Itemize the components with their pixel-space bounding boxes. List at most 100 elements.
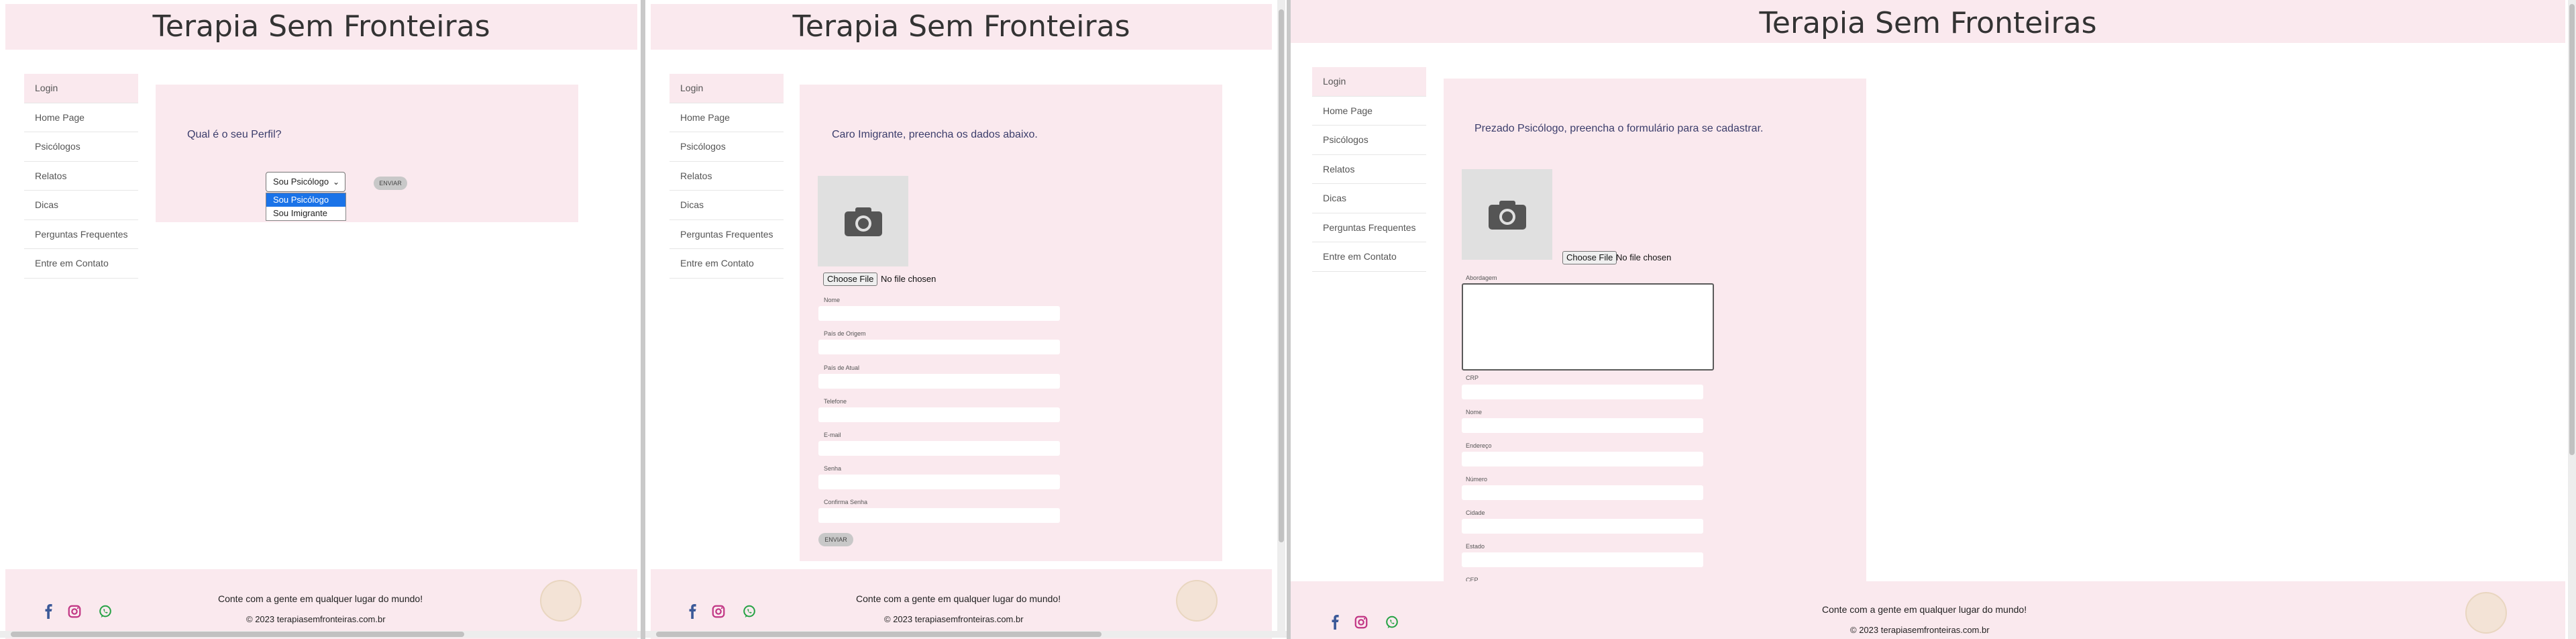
- choose-file-button[interactable]: Choose File: [1562, 251, 1617, 264]
- sidebar-nav: Login Home Page Psicólogos Relatos Dicas…: [669, 74, 784, 279]
- site-logo: [2465, 592, 2507, 634]
- facebook-icon[interactable]: [42, 604, 56, 619]
- nav-login[interactable]: Login: [669, 74, 784, 103]
- input-senha[interactable]: [818, 475, 1060, 489]
- profile-select-value: Sou Psicólogo: [273, 177, 329, 187]
- site-logo: [540, 580, 582, 622]
- whatsapp-icon[interactable]: [1385, 615, 1399, 630]
- label-nome: Nome: [824, 297, 841, 303]
- nav-dicas[interactable]: Dicas: [24, 191, 138, 220]
- immigrant-form-card: [800, 85, 1222, 561]
- footer-tagline: Conte com a gente em qualquer lugar do m…: [218, 593, 423, 604]
- input-numero[interactable]: [1462, 485, 1703, 500]
- input-endereco[interactable]: [1462, 452, 1703, 466]
- facebook-icon[interactable]: [686, 604, 700, 619]
- file-status: No file chosen: [881, 274, 936, 284]
- input-pais-atual[interactable]: [818, 374, 1060, 389]
- immigrant-intro: Caro Imigrante, preencha os dados abaixo…: [832, 129, 1038, 140]
- vertical-scrollbar[interactable]: [2568, 0, 2576, 639]
- nav-home[interactable]: Home Page: [669, 103, 784, 132]
- site-footer: Conte com a gente em qualquer lugar do m…: [1291, 581, 2565, 639]
- profile-dropdown: Sou Psicólogo Sou Imigrante: [266, 193, 346, 221]
- nav-contato[interactable]: Entre em Contato: [669, 249, 784, 279]
- facebook-icon[interactable]: [1328, 615, 1343, 630]
- label-senha: Senha: [824, 465, 842, 472]
- psychologist-intro: Prezado Psicólogo, preencha o formulário…: [1474, 123, 1764, 134]
- footer-copyright: © 2023 terapiasemfronteiras.com.br: [1850, 625, 1990, 635]
- nav-faq[interactable]: Perguntas Frequentes: [669, 220, 784, 249]
- nav-home[interactable]: Home Page: [1312, 97, 1426, 126]
- immigrant-window: Terapia Sem Fronteiras Login Home Page P…: [645, 0, 1287, 639]
- file-status: No file chosen: [1616, 252, 1672, 262]
- site-footer: Conte com a gente em qualquer lugar do m…: [5, 569, 637, 639]
- label-telefone: Telefone: [824, 398, 847, 405]
- site-header: Terapia Sem Fronteiras: [1291, 0, 2565, 43]
- footer-tagline: Conte com a gente em qualquer lugar do m…: [1822, 604, 2027, 615]
- site-title: Terapia Sem Fronteiras: [152, 9, 490, 44]
- label-crp: CRP: [1466, 375, 1479, 381]
- label-pais-atual: País de Atual: [824, 364, 860, 371]
- option-imigrante[interactable]: Sou Imigrante: [266, 207, 345, 220]
- sidebar-nav: Login Home Page Psicólogos Relatos Dicas…: [24, 74, 138, 279]
- input-estado[interactable]: [1462, 552, 1703, 567]
- instagram-icon[interactable]: [711, 604, 726, 619]
- photo-placeholder[interactable]: [818, 176, 908, 266]
- textarea-abordagem[interactable]: [1462, 283, 1714, 371]
- input-telefone[interactable]: [818, 407, 1060, 422]
- site-title: Terapia Sem Fronteiras: [1759, 6, 2097, 40]
- login-card: [156, 85, 578, 222]
- nav-relatos[interactable]: Relatos: [669, 162, 784, 191]
- input-crp[interactable]: [1462, 385, 1703, 399]
- window-divider: [641, 0, 645, 639]
- nav-dicas[interactable]: Dicas: [1312, 184, 1426, 213]
- profile-select[interactable]: Sou Psicólogo ⌄: [266, 172, 345, 192]
- nav-faq[interactable]: Perguntas Frequentes: [24, 220, 138, 249]
- nav-dicas[interactable]: Dicas: [669, 191, 784, 220]
- scrollbar-thumb[interactable]: [656, 632, 1102, 637]
- label-cidade: Cidade: [1466, 509, 1485, 516]
- site-header: Terapia Sem Fronteiras: [5, 4, 637, 50]
- site-header: Terapia Sem Fronteiras: [651, 4, 1272, 50]
- footer-tagline: Conte com a gente em qualquer lugar do m…: [856, 593, 1061, 604]
- label-estado: Estado: [1466, 543, 1485, 550]
- choose-file-button[interactable]: Choose File: [823, 273, 878, 286]
- psychologist-window: Terapia Sem Fronteiras Login Home Page P…: [1291, 0, 2576, 639]
- nav-psicologos[interactable]: Psicólogos: [1312, 126, 1426, 155]
- input-confirma-senha[interactable]: [818, 508, 1060, 523]
- nav-login[interactable]: Login: [24, 74, 138, 103]
- input-pais-origem[interactable]: [818, 340, 1060, 354]
- input-cidade[interactable]: [1462, 519, 1703, 534]
- nav-faq[interactable]: Perguntas Frequentes: [1312, 213, 1426, 242]
- site-footer: Conte com a gente em qualquer lugar do m…: [651, 569, 1272, 639]
- whatsapp-icon[interactable]: [98, 604, 113, 619]
- input-email[interactable]: [818, 441, 1060, 456]
- nav-contato[interactable]: Entre em Contato: [1312, 242, 1426, 272]
- nav-contato[interactable]: Entre em Contato: [24, 249, 138, 279]
- instagram-icon[interactable]: [67, 604, 82, 619]
- whatsapp-icon[interactable]: [742, 604, 757, 619]
- nav-relatos[interactable]: Relatos: [24, 162, 138, 191]
- nav-login[interactable]: Login: [1312, 67, 1426, 97]
- photo-placeholder[interactable]: [1462, 169, 1552, 260]
- send-button[interactable]: ENVIAR: [374, 177, 407, 190]
- label-nome: Nome: [1466, 409, 1483, 415]
- send-button[interactable]: ENVIAR: [818, 533, 853, 546]
- label-confirma-senha: Confirma Senha: [824, 499, 868, 505]
- nav-home[interactable]: Home Page: [24, 103, 138, 132]
- input-nome[interactable]: [818, 306, 1060, 321]
- login-window: Terapia Sem Fronteiras Login Home Page P…: [0, 0, 641, 639]
- input-nome[interactable]: [1462, 418, 1703, 433]
- vertical-scrollbar[interactable]: [1277, 0, 1285, 631]
- horizontal-scrollbar[interactable]: [0, 631, 641, 638]
- scrollbar-thumb[interactable]: [1279, 9, 1284, 542]
- label-email: E-mail: [824, 432, 841, 438]
- scrollbar-thumb[interactable]: [2569, 4, 2575, 455]
- scrollbar-thumb[interactable]: [11, 632, 464, 637]
- camera-icon: [845, 207, 882, 236]
- nav-psicologos[interactable]: Psicólogos: [24, 132, 138, 162]
- instagram-icon[interactable]: [1354, 615, 1368, 630]
- option-psicologo[interactable]: Sou Psicólogo: [266, 193, 345, 207]
- horizontal-scrollbar[interactable]: [645, 631, 1287, 638]
- nav-relatos[interactable]: Relatos: [1312, 155, 1426, 184]
- nav-psicologos[interactable]: Psicólogos: [669, 132, 784, 162]
